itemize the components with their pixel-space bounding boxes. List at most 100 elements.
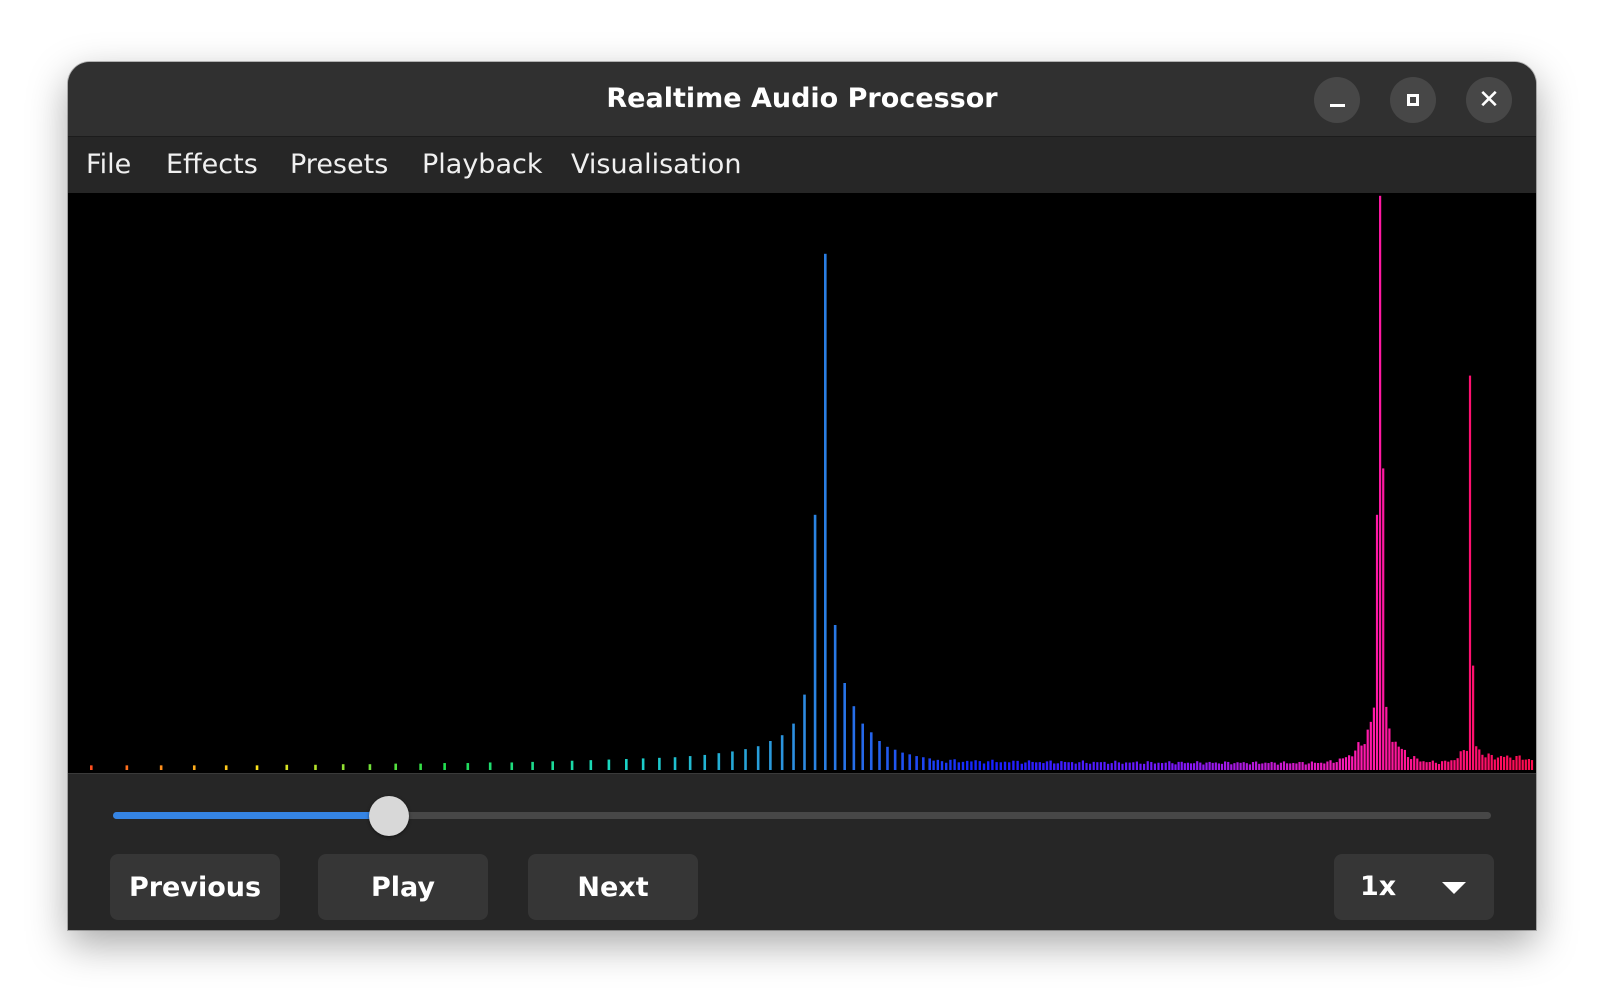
menu-playback[interactable]: Playback bbox=[422, 137, 542, 193]
spectrum-bar bbox=[1107, 763, 1110, 770]
spectrum-bar bbox=[1146, 761, 1149, 770]
spectrum-bar bbox=[1397, 746, 1400, 770]
spectrum-bar bbox=[901, 752, 904, 770]
spectrum-bar bbox=[589, 760, 593, 770]
spectrum-bar bbox=[974, 760, 977, 770]
menu-file[interactable]: File bbox=[86, 137, 131, 193]
minimize-icon bbox=[1329, 103, 1345, 107]
spectrum-bar bbox=[1261, 763, 1264, 770]
spectrum-bar bbox=[1081, 760, 1085, 770]
spectrum-bar bbox=[1189, 763, 1193, 770]
spectrum-bar bbox=[1078, 762, 1081, 770]
spectrum-bar bbox=[1503, 756, 1506, 770]
spectrum-bar bbox=[1366, 729, 1369, 770]
previous-button[interactable]: Previous bbox=[110, 854, 280, 920]
spectrum-bar bbox=[1437, 764, 1441, 770]
spectrum-svg bbox=[90, 195, 1534, 771]
spectrum-bar bbox=[1301, 762, 1304, 770]
spectrum-bar bbox=[1286, 763, 1289, 770]
maximize-button[interactable] bbox=[1390, 77, 1436, 123]
minimize-button[interactable] bbox=[1314, 77, 1360, 123]
menu-visualisation[interactable]: Visualisation bbox=[571, 137, 741, 193]
spectrum-bar bbox=[1298, 761, 1301, 770]
spectrum-bar bbox=[1177, 761, 1180, 770]
spectrum-bar bbox=[625, 758, 628, 770]
spectrum-bar bbox=[949, 759, 952, 770]
spectrum-bar bbox=[1403, 749, 1407, 770]
spectrum-bar bbox=[1049, 760, 1052, 770]
spectrum-bar bbox=[1255, 761, 1258, 770]
spectrum-bar bbox=[1338, 758, 1341, 770]
spectrum-bar bbox=[1143, 763, 1146, 770]
spectrum-bar bbox=[1214, 762, 1217, 770]
spectrum-bar bbox=[1506, 755, 1509, 770]
play-button[interactable]: Play bbox=[318, 854, 488, 920]
next-button[interactable]: Next bbox=[528, 854, 698, 920]
spectrum-bar bbox=[928, 758, 932, 770]
spectrum-bar bbox=[1045, 761, 1049, 770]
spectrum-bar bbox=[1168, 761, 1171, 770]
spectrum-bar bbox=[1310, 761, 1314, 770]
spectrum-bar bbox=[1085, 762, 1088, 770]
spectrum-bar bbox=[991, 759, 994, 770]
spectrum-bar bbox=[1509, 757, 1512, 770]
spectrum-bar bbox=[1326, 761, 1329, 770]
spectrum-bar bbox=[1304, 764, 1307, 770]
menu-effects[interactable]: Effects bbox=[166, 137, 258, 193]
spectrum-bar bbox=[921, 757, 925, 770]
spectrum-bar bbox=[893, 749, 897, 770]
spectrum-bar bbox=[1099, 762, 1103, 770]
spectrum-bar bbox=[1282, 761, 1286, 770]
spectrum-bar bbox=[1067, 762, 1070, 770]
close-icon: ✕ bbox=[1478, 85, 1500, 115]
spectrum-bar bbox=[978, 761, 982, 770]
spectrum-bar bbox=[1248, 764, 1252, 770]
spectrum-bar bbox=[995, 762, 998, 770]
spectrum-bar bbox=[945, 762, 948, 770]
spectrum-bar bbox=[1199, 762, 1202, 770]
spectrum-bar bbox=[1524, 759, 1527, 770]
close-button[interactable]: ✕ bbox=[1466, 77, 1512, 123]
spectrum-bar bbox=[1530, 760, 1534, 770]
spectrum-bar bbox=[1196, 761, 1199, 770]
spectrum-bar bbox=[1233, 763, 1236, 770]
spectrum-bar bbox=[1267, 763, 1270, 770]
spectrum-bar bbox=[1499, 755, 1503, 770]
spectrum-bar bbox=[1382, 468, 1385, 770]
spectrum-bar bbox=[1512, 759, 1515, 770]
spectrum-bar bbox=[1344, 757, 1348, 770]
spectrum-bar bbox=[1323, 763, 1326, 770]
spectrum-bar bbox=[1071, 762, 1074, 770]
spectrum-bar bbox=[1313, 762, 1317, 770]
spectrum-bar bbox=[908, 754, 912, 770]
spectrum-bar bbox=[1441, 761, 1444, 770]
speed-dropdown[interactable]: 1x bbox=[1334, 854, 1494, 920]
spectrum-bar bbox=[1264, 762, 1267, 770]
spectrum-bar bbox=[1428, 761, 1431, 770]
spectrum-bar bbox=[1472, 665, 1475, 770]
spectrum-bar bbox=[1117, 762, 1121, 770]
spectrum-bar bbox=[1208, 761, 1211, 770]
seek-slider[interactable] bbox=[113, 812, 1491, 819]
seek-handle[interactable] bbox=[368, 796, 409, 836]
spectrum-bar bbox=[1521, 759, 1524, 770]
menu-presets[interactable]: Presets bbox=[290, 137, 388, 193]
spectrum-bar bbox=[1056, 763, 1060, 770]
spectrum-bar bbox=[1431, 760, 1434, 770]
spectrum-bar bbox=[394, 763, 398, 770]
spectrum-bar bbox=[1348, 755, 1351, 770]
spectrum-bar bbox=[756, 746, 760, 770]
spectrum-bar bbox=[1332, 762, 1335, 770]
menu-bar: File Effects Presets Playback Visualisat… bbox=[68, 136, 1536, 193]
spectrum-bar bbox=[1295, 763, 1298, 770]
spectrum-bar bbox=[1171, 763, 1174, 770]
spectrum-bar bbox=[510, 762, 514, 770]
spectrum-bar bbox=[1202, 764, 1205, 770]
spectrum-bar bbox=[1341, 758, 1345, 770]
spectrum-bar bbox=[224, 765, 228, 770]
spectrum-bar bbox=[1453, 760, 1456, 770]
spectrum-bar bbox=[1016, 760, 1019, 770]
spectrum-bar bbox=[1027, 760, 1031, 770]
spectrum-bar bbox=[314, 764, 317, 770]
spectrum-bar bbox=[780, 735, 784, 770]
